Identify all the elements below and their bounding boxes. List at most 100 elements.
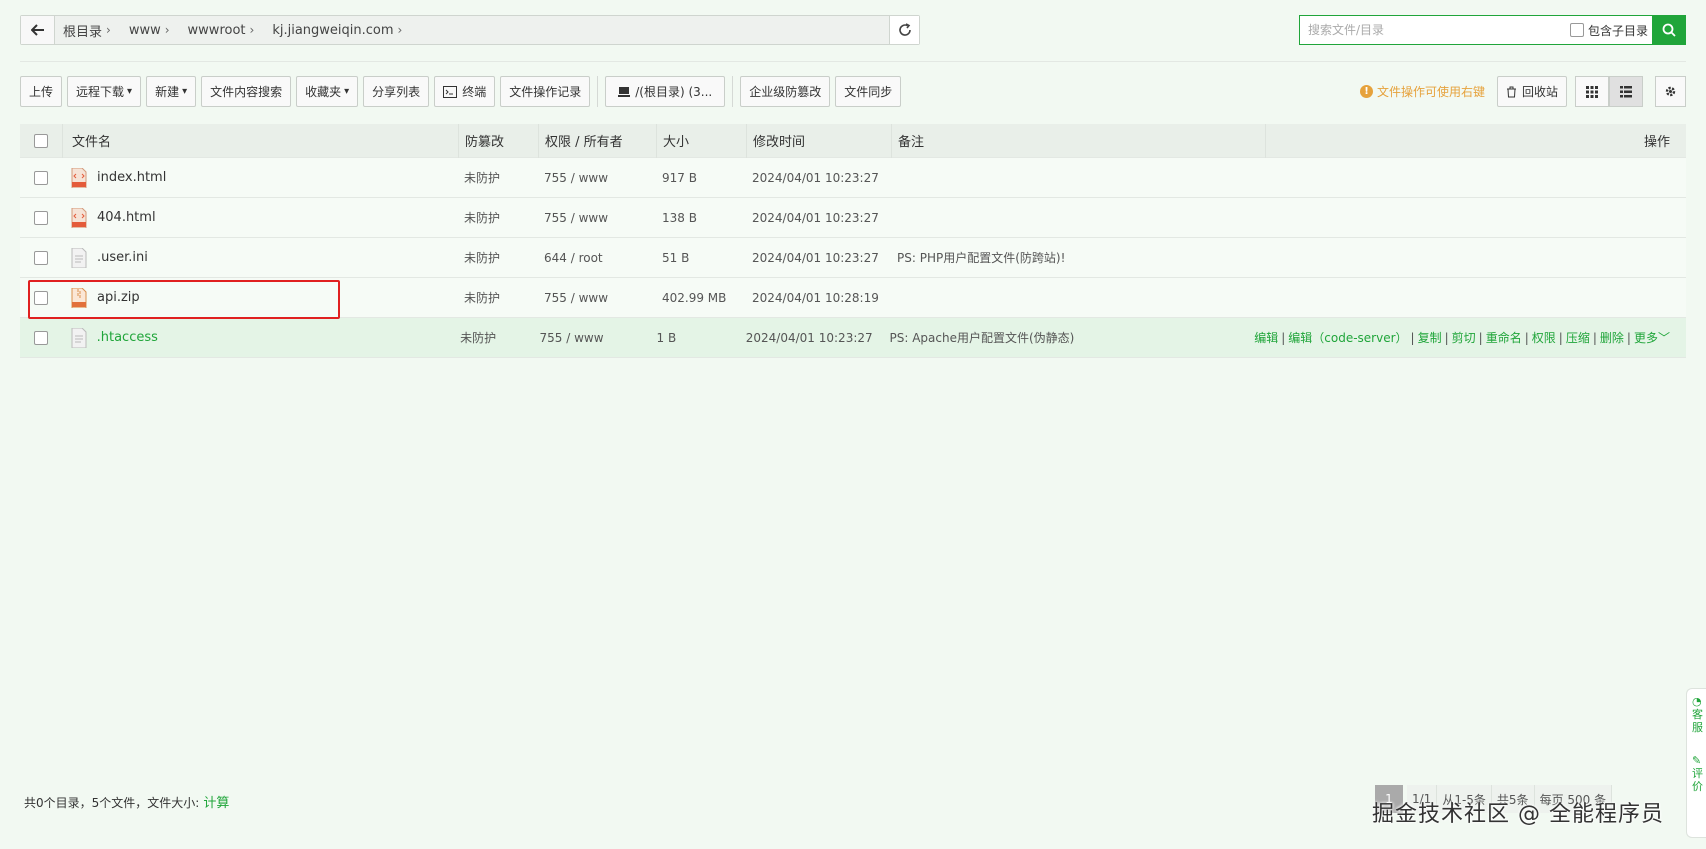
file-name[interactable]: api.zip	[97, 290, 140, 305]
file-sync-button[interactable]: 文件同步	[835, 76, 902, 107]
row-checkbox[interactable]	[34, 250, 48, 265]
file-name[interactable]: 404.html	[97, 210, 156, 225]
file-name[interactable]: index.html	[97, 170, 166, 185]
list-icon	[1620, 85, 1632, 97]
operation-log-button[interactable]: 文件操作记录	[500, 76, 591, 107]
header-size[interactable]: 大小	[656, 123, 746, 158]
size-cell: 138 B	[662, 210, 697, 225]
row-check-cell	[20, 250, 62, 265]
chevron-down-icon: ﹀	[1657, 331, 1670, 345]
row-checkbox[interactable]	[34, 290, 48, 305]
row-checkbox[interactable]	[34, 210, 48, 225]
disk-button[interactable]: /(根目录) (3...	[605, 76, 726, 107]
select-all-checkbox[interactable]	[34, 133, 48, 148]
settings-button[interactable]	[1655, 76, 1686, 107]
terminal-label: 终端	[462, 85, 487, 99]
side-float-panel[interactable]: ◔ 客服 ✎ 评价	[1686, 688, 1706, 838]
protection-cell: 未防护	[464, 291, 501, 305]
share-list-button[interactable]: 分享列表	[363, 76, 430, 107]
permission-link[interactable]: 权限	[1532, 331, 1556, 345]
breadcrumb-root[interactable]: 根目录 ›	[63, 21, 121, 40]
checkbox[interactable]	[1569, 23, 1584, 37]
html-file-icon	[71, 207, 87, 228]
upload-button[interactable]: 上传	[20, 76, 63, 107]
edit-link[interactable]: 编辑	[1254, 331, 1278, 345]
mtime-cell: 2024/04/01 10:23:27	[752, 170, 879, 185]
name-cell: api.zip	[62, 287, 458, 308]
permission-cell[interactable]: 755 / www	[538, 291, 656, 305]
file-sync-label: 文件同步	[844, 85, 893, 99]
row-checkbox[interactable]	[33, 330, 48, 345]
text-file-icon	[71, 247, 87, 268]
review-label[interactable]: 评价	[1692, 767, 1703, 793]
table-row[interactable]: api.zip 未防护 755 / www 402.99 MB 2024/04/…	[20, 278, 1686, 318]
content-search-button[interactable]: 文件内容搜索	[201, 76, 292, 107]
header-permission: 权限 / 所有者	[538, 123, 656, 158]
rename-link[interactable]: 重命名	[1486, 331, 1522, 345]
disk-icon	[618, 86, 631, 98]
mtime-cell: 2024/04/01 10:23:27	[752, 250, 879, 265]
tamper-proof-button[interactable]: 企业级防篡改	[740, 76, 831, 107]
chat-icon: ◔	[1692, 695, 1702, 708]
include-subdirs-checkbox[interactable]: 包含子目录	[1569, 22, 1648, 39]
note-cell[interactable]: PS: Apache用户配置文件(伪静态)	[884, 329, 1255, 346]
upload-label: 上传	[29, 85, 54, 99]
customer-service-label[interactable]: 客服	[1692, 708, 1703, 734]
include-subdirs-label: 包含子目录	[1587, 23, 1648, 38]
info-icon: !	[1359, 85, 1373, 98]
file-name[interactable]: .user.ini	[97, 250, 148, 265]
header-note: 备注	[891, 123, 1265, 158]
table-row[interactable]: 404.html 未防护 755 / www 138 B 2024/04/01 …	[20, 198, 1686, 238]
header-name[interactable]: 文件名	[62, 123, 458, 158]
breadcrumb-site[interactable]: kj.jiangweiqin.com ›	[272, 23, 412, 38]
more-label: 更多	[1633, 331, 1658, 345]
recycle-bin-button[interactable]: 回收站	[1496, 76, 1567, 107]
back-button[interactable]	[21, 16, 55, 44]
separator: |	[1410, 331, 1415, 345]
calc-link[interactable]: 计算	[203, 796, 229, 811]
name-cell: index.html	[62, 167, 458, 188]
permission-cell[interactable]: 755 / www	[534, 331, 651, 345]
toolbar-divider	[597, 76, 599, 107]
delete-link[interactable]: 删除	[1600, 331, 1624, 345]
table-row[interactable]: index.html 未防护 755 / www 917 B 2024/04/0…	[20, 158, 1686, 198]
search-button[interactable]	[1652, 15, 1686, 45]
edit-code-server-link[interactable]: 编辑（code-server）	[1288, 331, 1407, 345]
breadcrumb-wwwroot[interactable]: wwwroot ›	[188, 23, 265, 38]
refresh-button[interactable]	[889, 16, 919, 44]
row-checkbox[interactable]	[34, 170, 48, 185]
row-actions: 编辑 | 编辑（code-server） | 复制 | 剪切 | 重命名 | 权限 | 压缩 | 删除 | 更多…	[1254, 329, 1686, 346]
protection-cell: 未防护	[460, 331, 497, 345]
permission-cell[interactable]: 644 / root	[538, 251, 656, 265]
favorites-button[interactable]: 收藏夹 ▾	[296, 76, 359, 107]
chevron-right-icon: ›	[106, 23, 111, 37]
remote-download-label: 远程下载	[76, 85, 125, 99]
name-cell: .htaccess	[62, 327, 455, 348]
note-cell[interactable]: PS: PHP用户配置文件(防跨站)!	[891, 249, 1265, 266]
size-cell: 917 B	[662, 170, 697, 185]
table-row[interactable]: .htaccess 未防护 755 / www 1 B 2024/04/01 1…	[20, 318, 1686, 358]
header-mtime[interactable]: 修改时间	[746, 123, 891, 158]
breadcrumb-www[interactable]: www ›	[129, 23, 180, 38]
size-cell: 1 B	[656, 330, 677, 345]
search-input[interactable]	[1300, 16, 1570, 44]
recycle-bin-label: 回收站	[1521, 85, 1558, 99]
table-row[interactable]: .user.ini 未防护 644 / root 51 B 2024/04/01…	[20, 238, 1686, 278]
permission-cell[interactable]: 755 / www	[538, 211, 656, 225]
cut-link[interactable]: 剪切	[1452, 331, 1476, 345]
separator: |	[1626, 331, 1631, 345]
right-click-hint: ! 文件操作可使用右键	[1359, 83, 1485, 100]
copy-link[interactable]: 复制	[1418, 331, 1442, 345]
grid-view-button[interactable]	[1575, 76, 1609, 107]
permission-cell[interactable]: 755 / www	[538, 171, 656, 185]
terminal-button[interactable]: 终端	[434, 76, 496, 107]
more-link[interactable]: 更多﹀	[1634, 331, 1670, 345]
operation-log-label: 文件操作记录	[509, 85, 582, 99]
breadcrumb: 根目录 › www › wwwroot › kj.jiangweiqin.com ›	[55, 21, 889, 40]
remote-download-button[interactable]: 远程下载 ▾	[67, 76, 142, 107]
row-check-cell	[20, 330, 62, 345]
file-name[interactable]: .htaccess	[97, 330, 158, 345]
list-view-button[interactable]	[1609, 76, 1643, 107]
compress-link[interactable]: 压缩	[1566, 331, 1590, 345]
new-button[interactable]: 新建 ▾	[146, 76, 197, 107]
